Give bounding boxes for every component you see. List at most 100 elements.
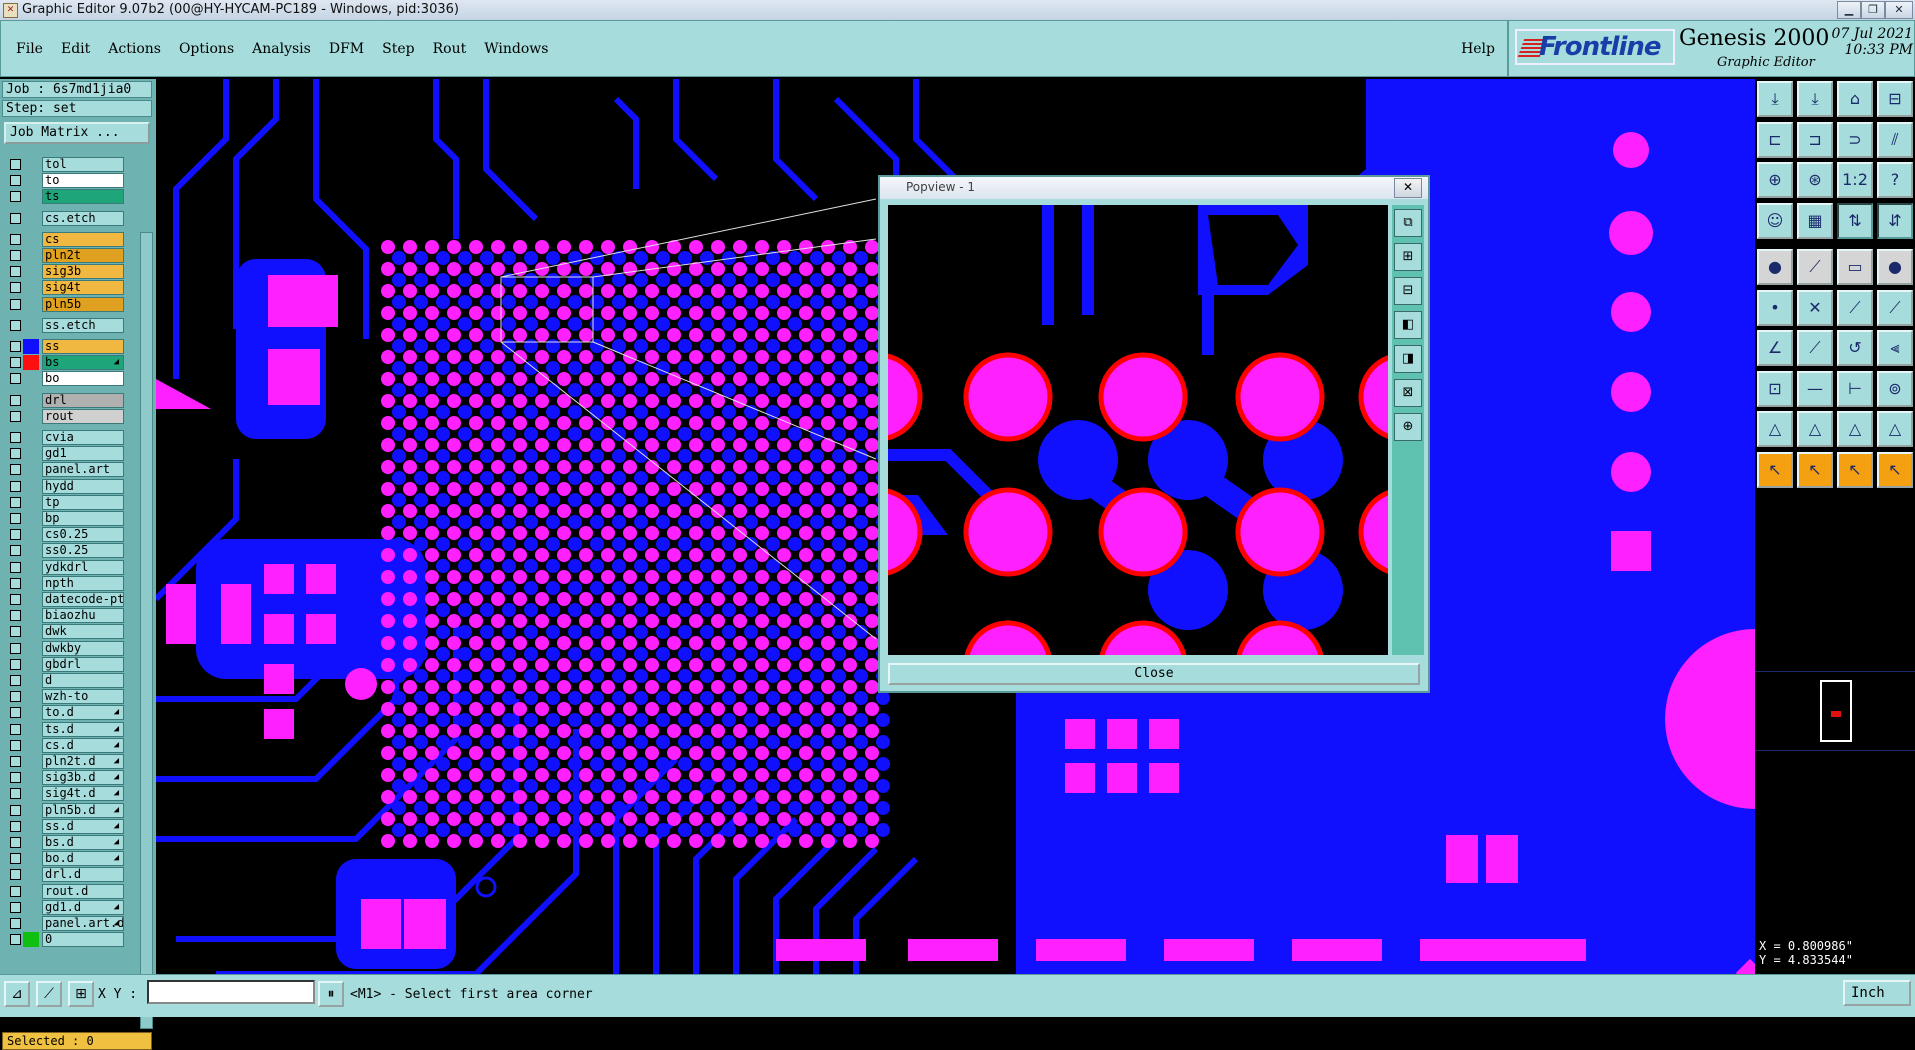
menu-windows[interactable]: Windows bbox=[475, 41, 557, 57]
layer-color-swatch[interactable] bbox=[23, 835, 39, 850]
layer-name[interactable]: rout.d bbox=[42, 883, 124, 899]
layer-name[interactable]: datecode-pte bbox=[42, 592, 124, 607]
layer-color-swatch[interactable] bbox=[23, 248, 39, 263]
layer-name[interactable]: sig4t bbox=[42, 280, 124, 296]
layer-row-gd1[interactable]: gd1 bbox=[2, 446, 126, 462]
layer-name[interactable]: wzh-to bbox=[42, 689, 124, 705]
layer-name[interactable]: ss0.25 bbox=[42, 543, 124, 559]
zoom-ratio-icon[interactable]: 1:2 bbox=[1837, 162, 1873, 198]
layer-row-dwkby[interactable]: dwkby bbox=[2, 640, 126, 656]
layer-checkbox[interactable] bbox=[10, 804, 21, 816]
popview-pan-left-icon[interactable]: ◧ bbox=[1394, 311, 1422, 339]
layer-color-swatch[interactable] bbox=[23, 157, 39, 172]
layer-color-swatch[interactable] bbox=[23, 479, 39, 494]
flip-v-icon[interactable]: ⇅ bbox=[1837, 202, 1873, 239]
menu-edit[interactable]: Edit bbox=[52, 41, 99, 57]
layer-color-swatch[interactable] bbox=[23, 689, 39, 704]
layer-color-swatch[interactable] bbox=[23, 851, 39, 866]
layer-checkbox[interactable] bbox=[10, 191, 21, 203]
resize-icon[interactable]: ↖ bbox=[1877, 451, 1913, 488]
point-icon[interactable]: ⟋ bbox=[1877, 289, 1913, 326]
layer-color-swatch[interactable] bbox=[23, 705, 39, 720]
layer-color-swatch[interactable] bbox=[23, 932, 39, 948]
menu-rout[interactable]: Rout bbox=[424, 41, 476, 57]
layer-row-ss[interactable]: ss bbox=[2, 339, 126, 354]
layer-checkbox[interactable] bbox=[10, 820, 21, 832]
measure-icon[interactable]: ⟋ bbox=[36, 981, 62, 1007]
layer-color-swatch[interactable] bbox=[23, 770, 39, 785]
layer-row-to[interactable]: to bbox=[2, 173, 126, 189]
triangle-move-icon[interactable]: △ bbox=[1837, 411, 1873, 447]
layer-row-ss.d[interactable]: ss.d ◢ bbox=[2, 818, 126, 834]
snap-left-icon[interactable]: ⊏ bbox=[1757, 121, 1793, 158]
layer-name[interactable]: pln5b.d ◢ bbox=[42, 802, 124, 818]
popview-fit-icon[interactable]: ⧉ bbox=[1394, 209, 1422, 237]
layer-checkbox[interactable] bbox=[10, 266, 21, 278]
layer-color-swatch[interactable] bbox=[23, 430, 39, 445]
layer-name[interactable]: bs.d ◢ bbox=[42, 835, 124, 850]
cursor-toggle-icon[interactable]: ⏸ bbox=[318, 981, 344, 1007]
layer-color-swatch[interactable] bbox=[23, 297, 39, 312]
layer-color-swatch[interactable] bbox=[23, 722, 39, 737]
layer-checkbox[interactable] bbox=[10, 739, 21, 751]
layer-name[interactable]: npth bbox=[42, 575, 124, 591]
rect-icon[interactable]: ▭ bbox=[1837, 249, 1873, 285]
layer-row-pln5b[interactable]: pln5b bbox=[2, 296, 126, 312]
layer-color-swatch[interactable] bbox=[23, 495, 39, 510]
layer-name[interactable]: ydkdrl bbox=[42, 559, 124, 575]
layer-checkbox[interactable] bbox=[10, 529, 21, 541]
layer-row-cs[interactable]: cs bbox=[2, 231, 126, 247]
measure-icon[interactable]: ⊢ bbox=[1837, 370, 1873, 407]
triangle-add-icon[interactable]: △ bbox=[1877, 411, 1913, 447]
snap-diag-icon[interactable]: ⫽ bbox=[1877, 121, 1913, 158]
menu-actions[interactable]: Actions bbox=[99, 41, 170, 57]
layer-color-swatch[interactable] bbox=[23, 657, 39, 672]
layer-row-cvia[interactable]: cvia bbox=[2, 430, 126, 445]
grid-icon[interactable]: ▦ bbox=[1797, 202, 1833, 239]
layer-row-ss.etch[interactable]: ss.etch bbox=[2, 317, 126, 333]
layer-row-pln2t[interactable]: pln2t bbox=[2, 248, 126, 263]
layer-name[interactable]: rout bbox=[42, 408, 124, 424]
layer-checkbox[interactable] bbox=[10, 545, 21, 557]
pad-icon[interactable]: ● bbox=[1757, 249, 1793, 285]
layer-name[interactable]: ts bbox=[42, 189, 124, 205]
layer-row-cs.d[interactable]: cs.d ◢ bbox=[2, 737, 126, 753]
layer-checkbox[interactable] bbox=[10, 341, 21, 352]
layer-checkbox[interactable] bbox=[10, 756, 21, 767]
layer-name[interactable]: tol bbox=[42, 157, 124, 172]
layer-color-swatch[interactable] bbox=[23, 786, 39, 801]
layer-row-sig4t.d[interactable]: sig4t.d ◢ bbox=[2, 786, 126, 802]
layer-scrollbar[interactable] bbox=[140, 232, 153, 1029]
layer-row-wzh-to[interactable]: wzh-to bbox=[2, 689, 126, 705]
layer-row-bs[interactable]: bs ◢ bbox=[2, 355, 126, 371]
layer-checkbox[interactable] bbox=[10, 233, 21, 245]
layer-name[interactable]: cs.d ◢ bbox=[42, 737, 124, 753]
layer-color-swatch[interactable] bbox=[23, 673, 39, 688]
layer-checkbox[interactable] bbox=[10, 675, 21, 686]
layer-checkbox[interactable] bbox=[10, 837, 21, 848]
triangle-edit-icon[interactable]: △ bbox=[1797, 411, 1833, 447]
layer-color-swatch[interactable] bbox=[23, 409, 39, 424]
overview-minimap[interactable] bbox=[1755, 670, 1915, 752]
layer-checkbox[interactable] bbox=[10, 610, 21, 622]
layer-name[interactable]: gd1 bbox=[42, 446, 124, 462]
layer-color-swatch[interactable] bbox=[23, 867, 39, 882]
layer-color-swatch[interactable] bbox=[23, 173, 39, 188]
layer-name[interactable]: sig4t.d ◢ bbox=[42, 786, 124, 802]
layer-color-swatch[interactable] bbox=[23, 355, 39, 371]
layer-name[interactable]: tp bbox=[42, 494, 124, 510]
layer-name[interactable]: bo bbox=[42, 371, 124, 387]
circle-icon[interactable]: ● bbox=[1877, 249, 1913, 285]
layer-checkbox[interactable] bbox=[10, 212, 21, 224]
snap-in-icon[interactable]: ⊃ bbox=[1837, 121, 1873, 158]
layer-name[interactable]: ss.etch bbox=[42, 317, 124, 333]
restore-button[interactable]: ❐ bbox=[1861, 1, 1885, 19]
layer-name[interactable]: ts.d ◢ bbox=[42, 721, 124, 737]
menu-dfm[interactable]: DFM bbox=[320, 41, 373, 57]
layer-checkbox[interactable] bbox=[10, 394, 21, 406]
layer-checkbox[interactable] bbox=[10, 918, 21, 929]
layer-row-datecode-pte[interactable]: datecode-pte bbox=[2, 592, 126, 607]
flip-h-icon[interactable]: ⇵ bbox=[1877, 202, 1913, 239]
grid-icon[interactable]: ⊞ bbox=[68, 981, 94, 1007]
export-icon[interactable]: ⤓ bbox=[1797, 81, 1833, 117]
